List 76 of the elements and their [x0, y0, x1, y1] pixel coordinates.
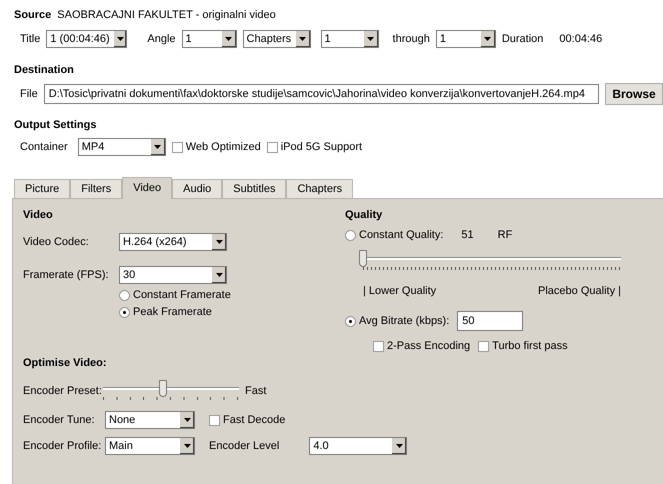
- source-name: SAOBRACAJNI FAKULTET - originalni video: [57, 9, 276, 21]
- caret-icon: [116, 37, 124, 41]
- section-heading: Source: [14, 9, 52, 21]
- radio-button[interactable]: [119, 306, 130, 318]
- tab[interactable]: Audio: [172, 179, 222, 198]
- section-heading: Optimise Video:: [23, 357, 108, 369]
- caret-icon: [184, 418, 190, 422]
- radio-button[interactable]: [345, 230, 356, 240]
- tab[interactable]: Chapters: [286, 179, 354, 198]
- checkbox[interactable]: [209, 414, 220, 426]
- checkbox-label: 2-Pass Encoding: [387, 340, 470, 352]
- checkbox[interactable]: [266, 142, 278, 152]
- input-field[interactable]: 50: [457, 311, 524, 331]
- checkbox[interactable]: [478, 340, 490, 352]
- slider-thumb[interactable]: [158, 380, 167, 397]
- section-heading: Output Settings: [14, 118, 98, 133]
- field-label: File: [20, 88, 38, 100]
- dropdown[interactable]: 1 (00:04:46): [46, 30, 128, 48]
- caret-icon: [154, 145, 162, 149]
- tab[interactable]: Picture: [14, 179, 70, 198]
- radio-label: Constant Framerate: [133, 289, 231, 301]
- field-label: Encoder Level: [209, 440, 280, 452]
- dropdown[interactable]: 4.0: [309, 437, 408, 455]
- dropdown[interactable]: Chapters: [242, 30, 311, 48]
- field-label: | Lower Quality: [363, 285, 436, 297]
- browse-button[interactable]: Browse: [605, 83, 663, 105]
- tab[interactable]: Subtitles: [222, 179, 286, 198]
- field-label: Encoder Profile:: [23, 440, 99, 452]
- field-label: Encoder Preset:: [23, 385, 99, 397]
- field-label: 00:04:46: [559, 33, 602, 45]
- radio-button[interactable]: [119, 290, 130, 300]
- dropdown[interactable]: 1: [436, 30, 496, 48]
- checkbox-label: Fast Decode: [223, 414, 286, 426]
- checkbox-label: Web Optimized: [186, 141, 261, 153]
- field-label: Angle: [147, 33, 176, 45]
- caret-icon: [299, 37, 306, 41]
- dropdown[interactable]: H.264 (x264): [119, 233, 227, 251]
- radio-button[interactable]: [345, 316, 356, 326]
- unit-label: RF: [498, 229, 512, 241]
- dropdown[interactable]: Main: [105, 437, 195, 455]
- caret-icon: [225, 37, 232, 41]
- field-label: Encoder Tune:: [23, 414, 96, 426]
- checkbox[interactable]: [172, 142, 183, 152]
- dropdown[interactable]: 30: [119, 266, 227, 284]
- caret-icon: [184, 444, 190, 448]
- input-field[interactable]: D:\Tosic\privatni dokumenti\fax\doktorske studije\samcovic\Jahorina\video konverzija\konvertovanjeH.264.mp4: [44, 84, 600, 104]
- caret-icon: [216, 240, 222, 244]
- checkbox-label: Turbo first pass: [492, 340, 568, 352]
- slider-thumb[interactable]: [359, 250, 367, 267]
- field-label: Duration: [502, 33, 544, 45]
- dropdown[interactable]: None: [105, 411, 195, 429]
- field-label: Container: [20, 141, 68, 153]
- dropdown[interactable]: 1: [320, 30, 379, 48]
- dropdown[interactable]: MP4: [78, 138, 166, 156]
- field-label: Video Codec:: [23, 236, 90, 248]
- section-heading: Destination: [14, 63, 75, 78]
- field-label: through: [392, 33, 430, 45]
- section-heading: Quality: [345, 209, 384, 221]
- tab[interactable]: Filters: [70, 179, 122, 198]
- field-label: Placebo Quality |: [538, 285, 621, 297]
- field-label: Framerate (FPS):: [23, 269, 110, 281]
- field-label: Fast: [245, 385, 266, 397]
- caret-icon: [367, 37, 374, 41]
- dropdown[interactable]: 1: [182, 30, 237, 48]
- caret-icon: [396, 444, 403, 448]
- radio-label: Peak Framerate: [133, 306, 212, 318]
- checkbox[interactable]: [373, 340, 384, 352]
- tab[interactable]: Video: [122, 177, 172, 199]
- caret-icon: [484, 37, 492, 41]
- caret-icon: [216, 273, 222, 277]
- radio-label: Constant Quality:: [359, 229, 444, 241]
- radio-label: Avg Bitrate (kbps):: [359, 315, 450, 327]
- section-heading: Video: [23, 209, 54, 221]
- field-label: Title: [20, 33, 40, 45]
- checkbox-label: iPod 5G Support: [280, 141, 362, 153]
- field-label: 51: [461, 229, 474, 241]
